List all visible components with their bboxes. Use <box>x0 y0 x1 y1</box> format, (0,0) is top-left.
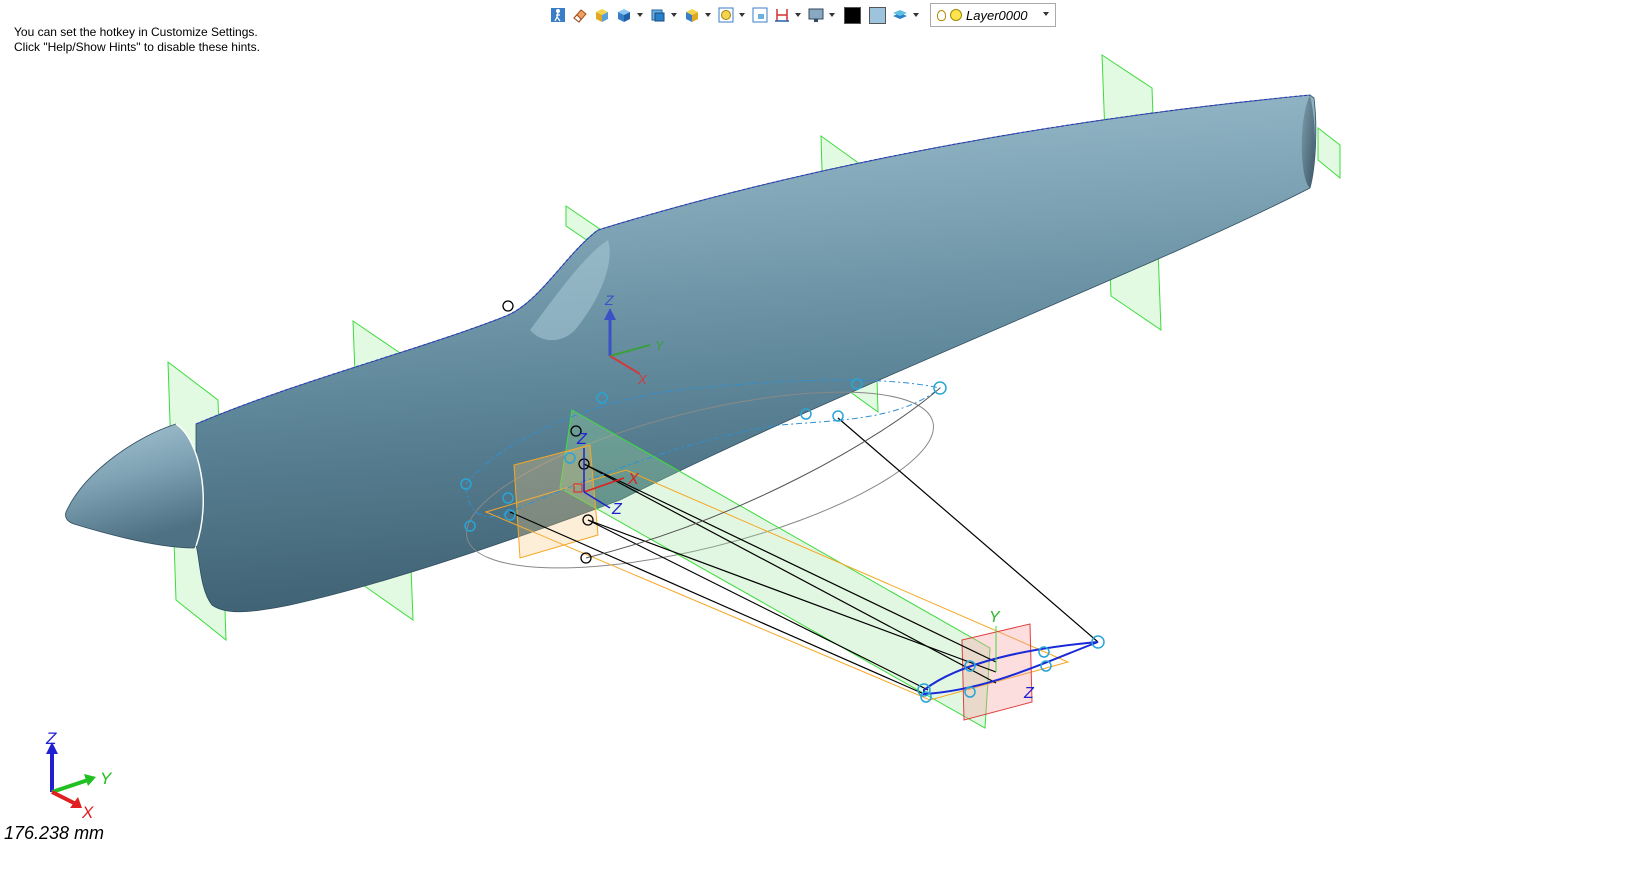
layer-stack-dropdown[interactable] <box>912 5 920 25</box>
hint-line-1: You can set the hotkey in Customize Sett… <box>14 25 258 39</box>
world-axis-triad: Z Y X <box>45 729 113 822</box>
render-mode-dropdown[interactable] <box>636 5 644 25</box>
section-view-button[interactable] <box>682 5 702 25</box>
zoom-dropdown[interactable] <box>738 5 746 25</box>
wing-surface[interactable] <box>559 409 991 729</box>
walk-button[interactable] <box>548 5 568 25</box>
blue-color-swatch[interactable] <box>869 6 886 24</box>
monitor-button[interactable] <box>806 5 826 25</box>
root-axis-z-label: Z <box>576 431 588 448</box>
render-mode-button[interactable] <box>614 5 634 25</box>
layer-selector[interactable]: Layer0000 <box>930 3 1056 27</box>
model-canvas[interactable]: Z Y X Z X Z Y Z Z Y X <box>0 0 1639 886</box>
world-y-label: Y <box>100 769 113 788</box>
world-z-label: Z <box>45 729 57 748</box>
dimension-button[interactable] <box>772 5 792 25</box>
layer-name: Layer0000 <box>966 7 1028 23</box>
body-triad-z-label: Z <box>604 292 614 308</box>
view-cube-icon <box>651 9 665 22</box>
tip-axis-y-label: Y <box>989 609 1001 626</box>
fit-view-icon <box>752 7 768 23</box>
shaded-button[interactable] <box>592 5 612 25</box>
section-view-icon <box>686 9 698 22</box>
dimension-icon <box>775 9 789 22</box>
nose-cone[interactable] <box>65 423 205 549</box>
lightbulb-icon[interactable] <box>937 9 946 21</box>
monitor-dropdown[interactable] <box>828 5 836 25</box>
body-triad-x-label: X <box>637 372 648 387</box>
render-mode-icon <box>618 9 630 22</box>
layer-stack-icon <box>893 10 907 19</box>
hint-line-2: Click "Help/Show Hints" to disable these… <box>14 40 260 54</box>
reference-plane-6 <box>1317 126 1341 180</box>
tip-axis-z-label: Z <box>1023 685 1035 702</box>
view-orient-button[interactable] <box>648 5 668 25</box>
shaded-cube-icon <box>596 9 608 22</box>
zoom-icon <box>718 7 734 23</box>
monitor-icon <box>808 8 824 22</box>
root-axis-x-label: X <box>627 471 640 488</box>
chevron-down-icon[interactable] <box>1043 12 1049 16</box>
root-sketch-plane[interactable] <box>513 444 599 559</box>
measurement-readout: 176.238 mm <box>4 823 105 843</box>
eraser-button[interactable] <box>570 5 590 25</box>
layer-stack-button[interactable] <box>890 5 910 25</box>
walk-icon <box>551 8 565 22</box>
body-triad-y-label: Y <box>655 338 665 353</box>
fit-view-button[interactable] <box>750 5 770 25</box>
view-toolbar: Layer0000 <box>548 3 1056 27</box>
section-view-dropdown[interactable] <box>704 5 712 25</box>
zoom-button[interactable] <box>716 5 736 25</box>
layer-color-icon <box>950 9 962 21</box>
dimension-dropdown[interactable] <box>794 5 802 25</box>
world-x-label: X <box>81 803 94 822</box>
hint-text: You can set the hotkey in Customize Sett… <box>14 25 260 55</box>
root-axis-z2-label: Z <box>611 501 623 518</box>
black-color-swatch[interactable] <box>844 6 861 24</box>
view-orient-dropdown[interactable] <box>670 5 678 25</box>
eraser-icon <box>573 9 587 23</box>
3d-viewport[interactable]: Z Y X Z X Z Y Z Z Y X <box>0 0 1639 886</box>
